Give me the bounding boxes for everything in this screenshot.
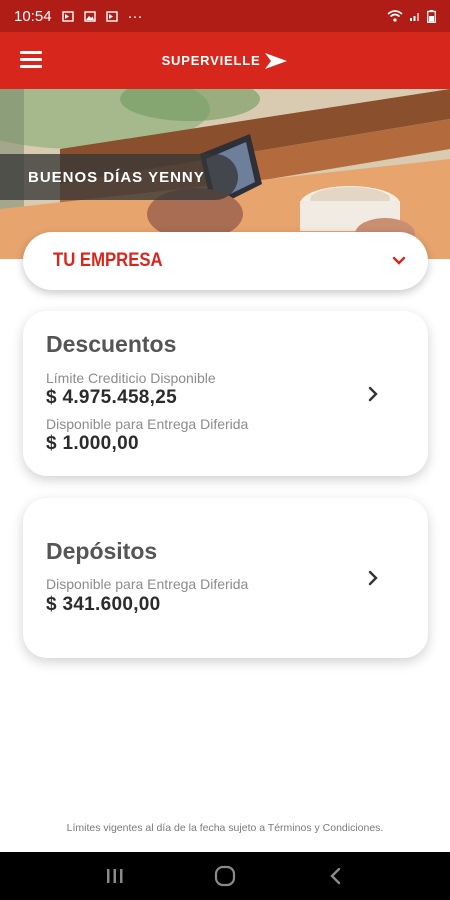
recents-button[interactable] bbox=[95, 861, 135, 891]
descuentos-deferred-label: Disponible para Entrega Diferida bbox=[46, 416, 249, 432]
wifi-icon bbox=[387, 10, 403, 22]
status-left: 10:54 ··· bbox=[14, 8, 143, 25]
status-bar: 10:54 ··· bbox=[0, 0, 450, 32]
depositos-card[interactable]: Depósitos Disponible para Entrega Diferi… bbox=[23, 498, 428, 658]
home-icon bbox=[214, 865, 236, 887]
status-time: 10:54 bbox=[14, 7, 52, 25]
hamburger-menu-icon[interactable] bbox=[20, 51, 42, 69]
system-nav-bar bbox=[0, 852, 450, 900]
descuentos-title: Descuentos bbox=[46, 331, 177, 357]
status-right bbox=[387, 9, 436, 23]
company-selector-dropdown[interactable]: TU EMPRESA bbox=[23, 232, 428, 290]
notification-flag-icon bbox=[61, 10, 74, 22]
depositos-deferred-label: Disponible para Entrega Diferida bbox=[46, 576, 249, 592]
company-selector-label: TU EMPRESA bbox=[53, 250, 163, 271]
descuentos-credit-limit-label: Límite Crediticio Disponible bbox=[46, 370, 216, 386]
depositos-title: Depósitos bbox=[46, 538, 158, 564]
greeting-pill: BUENOS DÍAS YENNY bbox=[0, 154, 238, 200]
app-bar: SUPERVIELLE bbox=[0, 32, 450, 89]
brand-name: SUPERVIELLE bbox=[161, 53, 261, 68]
notification-flag-icon-2 bbox=[105, 10, 118, 22]
depositos-deferred-amount: $ 341.600,00 bbox=[46, 594, 161, 615]
descuentos-deferred-amount: $ 1.000,00 bbox=[46, 433, 139, 454]
back-icon bbox=[330, 867, 341, 885]
home-button[interactable] bbox=[205, 861, 245, 891]
chevron-right-icon bbox=[368, 570, 378, 586]
recents-icon bbox=[107, 869, 123, 883]
signal-icon bbox=[410, 13, 419, 21]
chevron-down-icon bbox=[392, 256, 406, 265]
descuentos-credit-limit-amount: $ 4.975.458,25 bbox=[46, 387, 177, 408]
greeting-text: BUENOS DÍAS YENNY bbox=[28, 168, 205, 186]
gallery-icon bbox=[83, 10, 96, 22]
battery-icon bbox=[427, 9, 436, 23]
back-button[interactable] bbox=[315, 861, 355, 891]
brand-arrow-icon bbox=[265, 52, 288, 69]
more-notifications-icon: ··· bbox=[127, 7, 143, 25]
chevron-right-icon bbox=[368, 386, 378, 402]
terms-footnote: Límites vigentes al día de la fecha suje… bbox=[66, 822, 384, 834]
descuentos-card[interactable]: Descuentos Límite Crediticio Disponible … bbox=[23, 311, 428, 476]
brand-logo: SUPERVIELLE bbox=[161, 52, 289, 69]
